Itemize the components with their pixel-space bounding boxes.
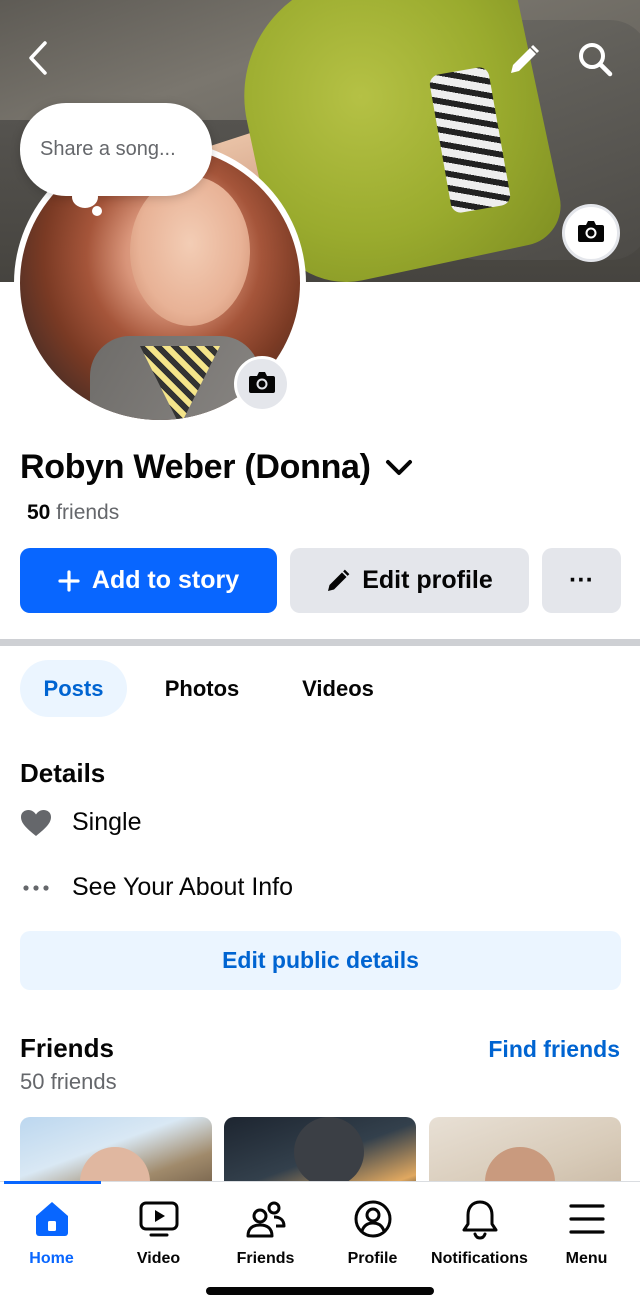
tab-videos[interactable]: Videos [278,660,398,717]
menu-icon [568,1196,606,1242]
edit-public-details-label: Edit public details [222,947,419,973]
tab-photos-label: Photos [164,675,240,701]
nav-friends-label: Friends [236,1250,295,1267]
heart-icon [20,809,52,837]
profile-camera-button[interactable] [234,356,290,412]
add-to-story-button[interactable]: Add to story [20,548,277,613]
home-icon [32,1196,72,1242]
profile-icon [353,1196,393,1242]
nav-home-label: Home [29,1250,74,1267]
friends-subcount: 50 friends [20,1069,117,1094]
back-button[interactable] [18,40,58,80]
video-icon [138,1196,180,1242]
nav-notifications-label: Notifications [431,1250,528,1267]
edit-profile-button[interactable]: Edit profile [290,548,529,613]
friends-icon [245,1196,287,1242]
active-tab-indicator [4,1181,101,1184]
section-divider [0,639,640,646]
tab-posts[interactable]: Posts [20,660,127,717]
more-dots-icon [20,884,52,892]
relationship-status: Single [72,808,142,836]
edit-cover-button[interactable] [502,40,546,84]
chevron-down-icon[interactable] [385,453,415,483]
plus-icon [58,569,80,592]
friends-count-label: friends [56,501,120,524]
about-info-label: See Your About Info [72,873,294,901]
bubble-tail [72,186,98,208]
profile-name: Robyn Weber (Donna) [20,448,371,486]
find-friends-link[interactable]: Find friends [488,1036,620,1063]
camera-icon [248,370,276,399]
nav-home[interactable]: Home [0,1196,105,1268]
nav-video[interactable]: Video [105,1196,212,1268]
about-info-row[interactable]: See Your About Info [20,873,293,902]
search-icon [577,41,613,82]
chevron-left-icon [26,40,50,81]
tab-videos-label: Videos [302,675,374,701]
share-song-bubble[interactable]: Share a song... [20,103,212,196]
bell-icon [460,1196,500,1242]
profile-name-row[interactable]: Robyn Weber (Donna) [20,448,415,487]
search-button[interactable] [572,38,618,84]
edit-public-details-button[interactable]: Edit public details [20,931,621,990]
bubble-tail-dot [92,206,102,216]
tab-posts-label: Posts [43,675,104,701]
nav-video-label: Video [136,1250,181,1267]
friends-title: Friends [20,1033,114,1063]
home-indicator[interactable] [206,1287,434,1295]
share-song-placeholder: Share a song... [40,138,176,160]
friends-count-number: 50 [27,501,51,524]
add-to-story-label: Add to story [91,566,240,594]
nav-notifications[interactable]: Notifications [426,1196,533,1268]
relationship-row: Single [20,808,142,837]
nav-friends[interactable]: Friends [212,1196,319,1268]
details-title: Details [20,758,106,788]
tab-photos[interactable]: Photos [140,660,264,717]
edit-profile-label: Edit profile [362,566,493,594]
cover-camera-button[interactable] [562,204,620,262]
nav-profile[interactable]: Profile [319,1196,426,1268]
avatar-face [130,176,250,326]
nav-menu-label: Menu [565,1250,608,1267]
friend-photo [294,1117,364,1187]
more-options-label: ··· [569,566,594,594]
nav-menu[interactable]: Menu [533,1196,640,1268]
pencil-icon [326,569,350,593]
pencil-icon [507,43,541,82]
friends-count[interactable]: 50 friends [27,501,119,525]
more-options-button[interactable]: ··· [542,548,621,613]
camera-icon [577,219,605,248]
nav-profile-label: Profile [347,1250,398,1267]
